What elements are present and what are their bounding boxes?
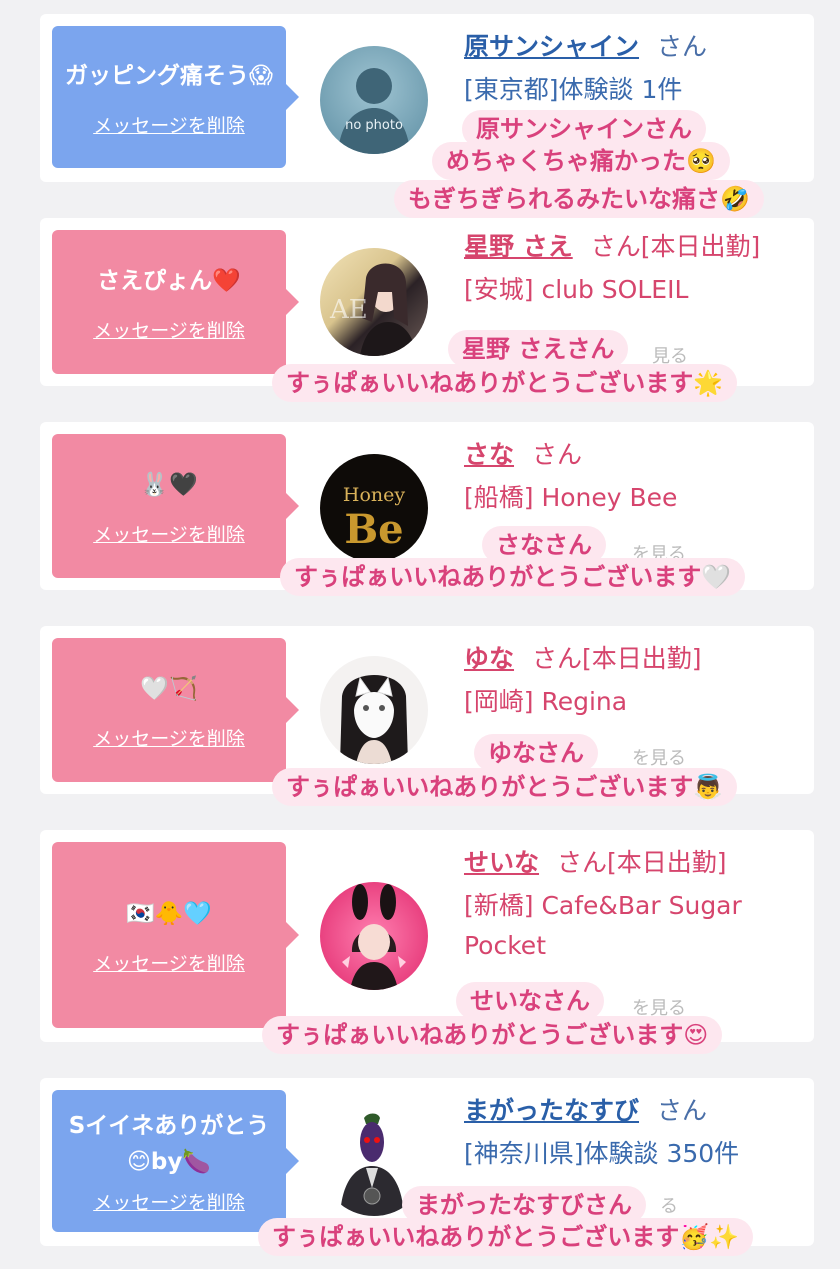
eggplant-character-icon (340, 1113, 404, 1216)
name-suffix: さん[本日出勤] (532, 644, 702, 673)
profile-info: せいな さん[本日出勤] [新橋] Cafe&Bar Sugar Pocket (464, 846, 800, 966)
woman-bunny-ears-photo-icon (342, 884, 406, 990)
message-text: 🇰🇷🐥🩵 (126, 900, 212, 927)
message-text: さえぴょん❤️ (97, 267, 241, 294)
shop-info: [安城] club SOLEIL (464, 275, 689, 304)
woman-cat-mask-photo-icon (340, 675, 408, 764)
profile-name-link[interactable]: 星野 さえ (464, 232, 573, 261)
name-suffix: さん (657, 32, 708, 61)
avatar[interactable]: Honey Be (320, 454, 428, 562)
view-more-link[interactable]: を見る (632, 540, 686, 566)
message-card: ガッピング痛そう😱 メッセージを削除 no photo 原サンシャイン さん [東… (40, 14, 814, 182)
profile-info: 原サンシャイン さん [東京都]体験談 1件 (464, 30, 800, 110)
name-row: ゆな さん[本日出勤] (464, 642, 800, 676)
svg-text:AE: AE (329, 295, 368, 325)
profile-name-link[interactable]: ゆな (464, 644, 514, 673)
message-card: 🤍🏹 メッセージを削除 ゆな さん[本日出勤] [岡崎] Regina を見る (40, 626, 814, 794)
message-card: 🇰🇷🐥🩵 メッセージを削除 せいな さん[本日出勤] [新橋] Cafe&Bar … (40, 830, 814, 1042)
name-suffix: さん[本日出勤] (590, 232, 761, 261)
message-bubble: ガッピング痛そう😱 メッセージを削除 (52, 26, 299, 168)
message-card: 🐰🖤 メッセージを削除 Honey Be さな さん [船橋] Honey Bee… (40, 422, 814, 590)
name-row: 星野 さえ さん[本日出勤] (464, 230, 800, 264)
avatar[interactable]: AE (320, 248, 428, 356)
bee-logo-text: Be (344, 506, 404, 553)
name-row: 原サンシャイン さん (464, 30, 800, 64)
delete-message-link[interactable]: メッセージを削除 (93, 316, 245, 343)
profile-info: まがったなすび さん [神奈川県]体験談 350件 (464, 1094, 800, 1174)
message-bubble: Sイイネありがとう😊by🍆 メッセージを削除 (52, 1090, 299, 1232)
name-row: せいな さん[本日出勤] (464, 846, 800, 880)
delete-message-link[interactable]: メッセージを削除 (93, 111, 245, 138)
name-suffix: さん (657, 1096, 708, 1125)
delete-message-link[interactable]: メッセージを削除 (93, 520, 245, 547)
name-suffix: さん[本日出勤] (557, 848, 727, 877)
message-card: Sイイネありがとう😊by🍆 メッセージを削除 まがったなすび さん [神奈川県]体… (40, 1078, 814, 1246)
name-suffix: さん (532, 440, 583, 469)
view-more-link[interactable]: る (660, 1192, 678, 1218)
message-bubble: さえぴょん❤️ メッセージを削除 (52, 230, 299, 374)
avatar[interactable] (320, 1108, 428, 1216)
no-photo-label: no photo (345, 118, 403, 133)
person-silhouette-icon (338, 68, 410, 154)
shop-info: [神奈川県]体験談 350件 (464, 1139, 740, 1168)
delete-message-link[interactable]: メッセージを削除 (93, 1188, 245, 1215)
profile-info: 星野 さえ さん[本日出勤] [安城] club SOLEIL (464, 230, 800, 310)
profile-name-link[interactable]: せいな (464, 848, 539, 877)
profile-info: ゆな さん[本日出勤] [岡崎] Regina (464, 642, 800, 722)
woman-photo-icon: AE (329, 263, 416, 356)
message-bubble: 🐰🖤 メッセージを削除 (52, 434, 299, 578)
profile-name-link[interactable]: さな (464, 440, 514, 469)
message-text: ガッピング痛そう😱 (65, 62, 273, 89)
shop-info: [新橋] Cafe&Bar Sugar Pocket (464, 891, 742, 960)
message-card: さえぴょん❤️ メッセージを削除 AE 星野 さえ さん[本日出勤] [安城] c… (40, 218, 814, 386)
name-row: まがったなすび さん (464, 1094, 800, 1128)
avatar[interactable] (320, 656, 428, 764)
message-text: Sイイネありがとう😊by🍆 (68, 1112, 270, 1175)
delete-message-link[interactable]: メッセージを削除 (93, 724, 245, 751)
view-more-link[interactable]: を見る (632, 994, 686, 1020)
shop-info: [東京都]体験談 1件 (464, 75, 683, 104)
profile-name-link[interactable]: まがったなすび (464, 1096, 639, 1125)
profile-name-link[interactable]: 原サンシャイン (464, 32, 639, 61)
avatar[interactable]: no photo (320, 46, 428, 154)
name-row: さな さん (464, 438, 800, 472)
message-text: 🤍🏹 (140, 675, 198, 702)
view-more-link[interactable]: を見る (632, 744, 686, 770)
message-text: 🐰🖤 (140, 471, 198, 498)
message-bubble: 🇰🇷🐥🩵 メッセージを削除 (52, 842, 299, 1028)
shop-info: [船橋] Honey Bee (464, 483, 678, 512)
message-bubble: 🤍🏹 メッセージを削除 (52, 638, 299, 782)
shop-info: [岡崎] Regina (464, 687, 628, 716)
profile-info: さな さん [船橋] Honey Bee (464, 438, 800, 518)
caption-line: もぎちぎられるみたいな痛さ🤣 (394, 180, 764, 218)
view-more-link[interactable]: 見る (652, 342, 688, 368)
delete-message-link[interactable]: メッセージを削除 (93, 949, 245, 976)
honey-logo-text: Honey (342, 484, 406, 506)
avatar[interactable] (320, 882, 428, 990)
